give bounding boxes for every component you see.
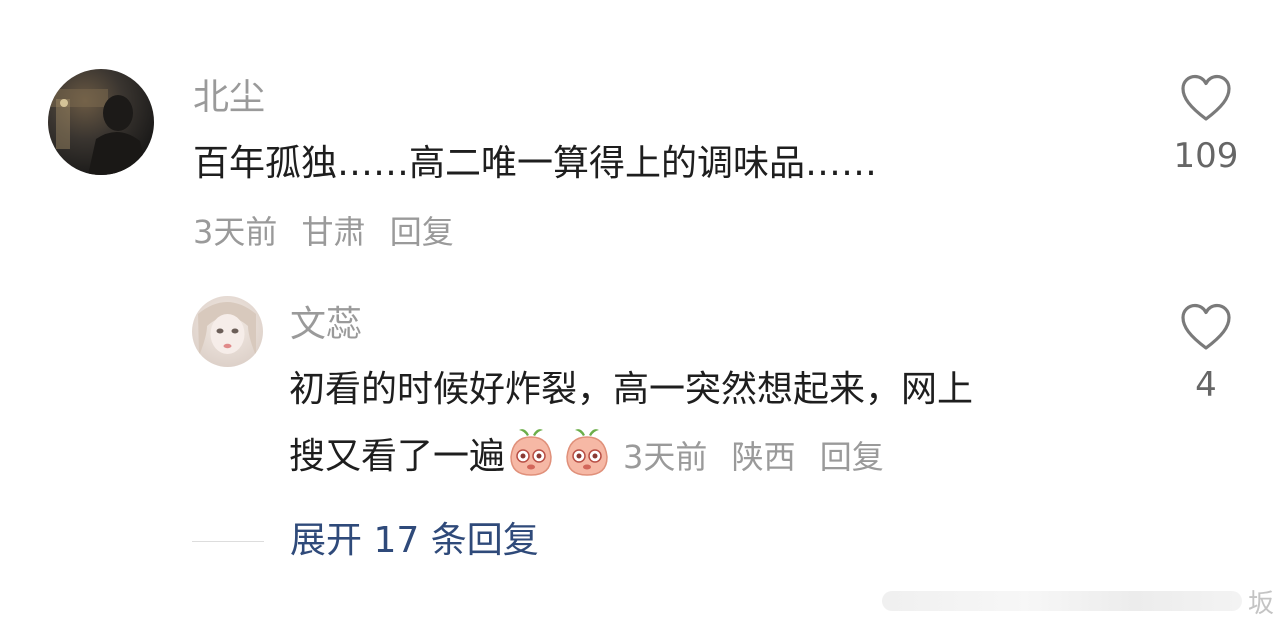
watermark-text: 坂: [1247, 588, 1274, 619]
reply-text-line1: 初看的时候好炸裂，高一突然想起来，网上: [289, 369, 974, 410]
watermark: 坂: [881, 581, 1274, 621]
replier-username[interactable]: 文蕊: [290, 303, 362, 347]
like-count: 4: [1195, 365, 1217, 405]
divider: [192, 540, 264, 542]
comment-location: 甘肃: [301, 213, 366, 251]
avatar-photo-icon: [48, 69, 154, 175]
commenter-avatar[interactable]: [48, 69, 154, 175]
comment-like: 109: [1166, 74, 1246, 178]
like-count: 109: [1173, 136, 1239, 176]
comment-meta: 3天前 甘肃 回复: [193, 212, 454, 252]
heart-icon[interactable]: [1180, 74, 1232, 122]
reply-time: 3天前: [623, 438, 708, 476]
peach-face-emoji-icon: [510, 429, 552, 476]
reply-button[interactable]: 回复: [390, 213, 454, 251]
expand-replies-button[interactable]: 展开 17 条回复: [290, 516, 539, 566]
expand-replies-row: 展开 17 条回复: [192, 516, 539, 566]
peach-face-emoji-icon: [566, 429, 608, 476]
replier-avatar[interactable]: [192, 296, 263, 367]
reply-location: 陕西: [731, 438, 796, 476]
avatar-photo-icon: [192, 296, 263, 367]
comment-time: 3天前: [193, 213, 278, 251]
reply-text-line2: 搜又看了一遍: [289, 436, 506, 477]
reply-meta: 3天前 陕西 回复: [623, 429, 884, 485]
reply-reply-button[interactable]: 回复: [820, 438, 884, 476]
comment-section: 北尘 百年孤独……高二唯一算得上的调味品…… 3天前 甘肃 回复 109 文蕊 …: [0, 0, 1284, 631]
comment-text: 百年孤独……高二唯一算得上的调味品……: [193, 143, 878, 184]
watermark-bar: [881, 591, 1242, 611]
reply-like: 4: [1166, 303, 1246, 407]
reply-text-line2-row: 搜又看了一遍 3天前 陕西 回复: [289, 429, 884, 485]
commenter-username[interactable]: 北尘: [193, 76, 265, 120]
heart-icon[interactable]: [1180, 303, 1232, 351]
